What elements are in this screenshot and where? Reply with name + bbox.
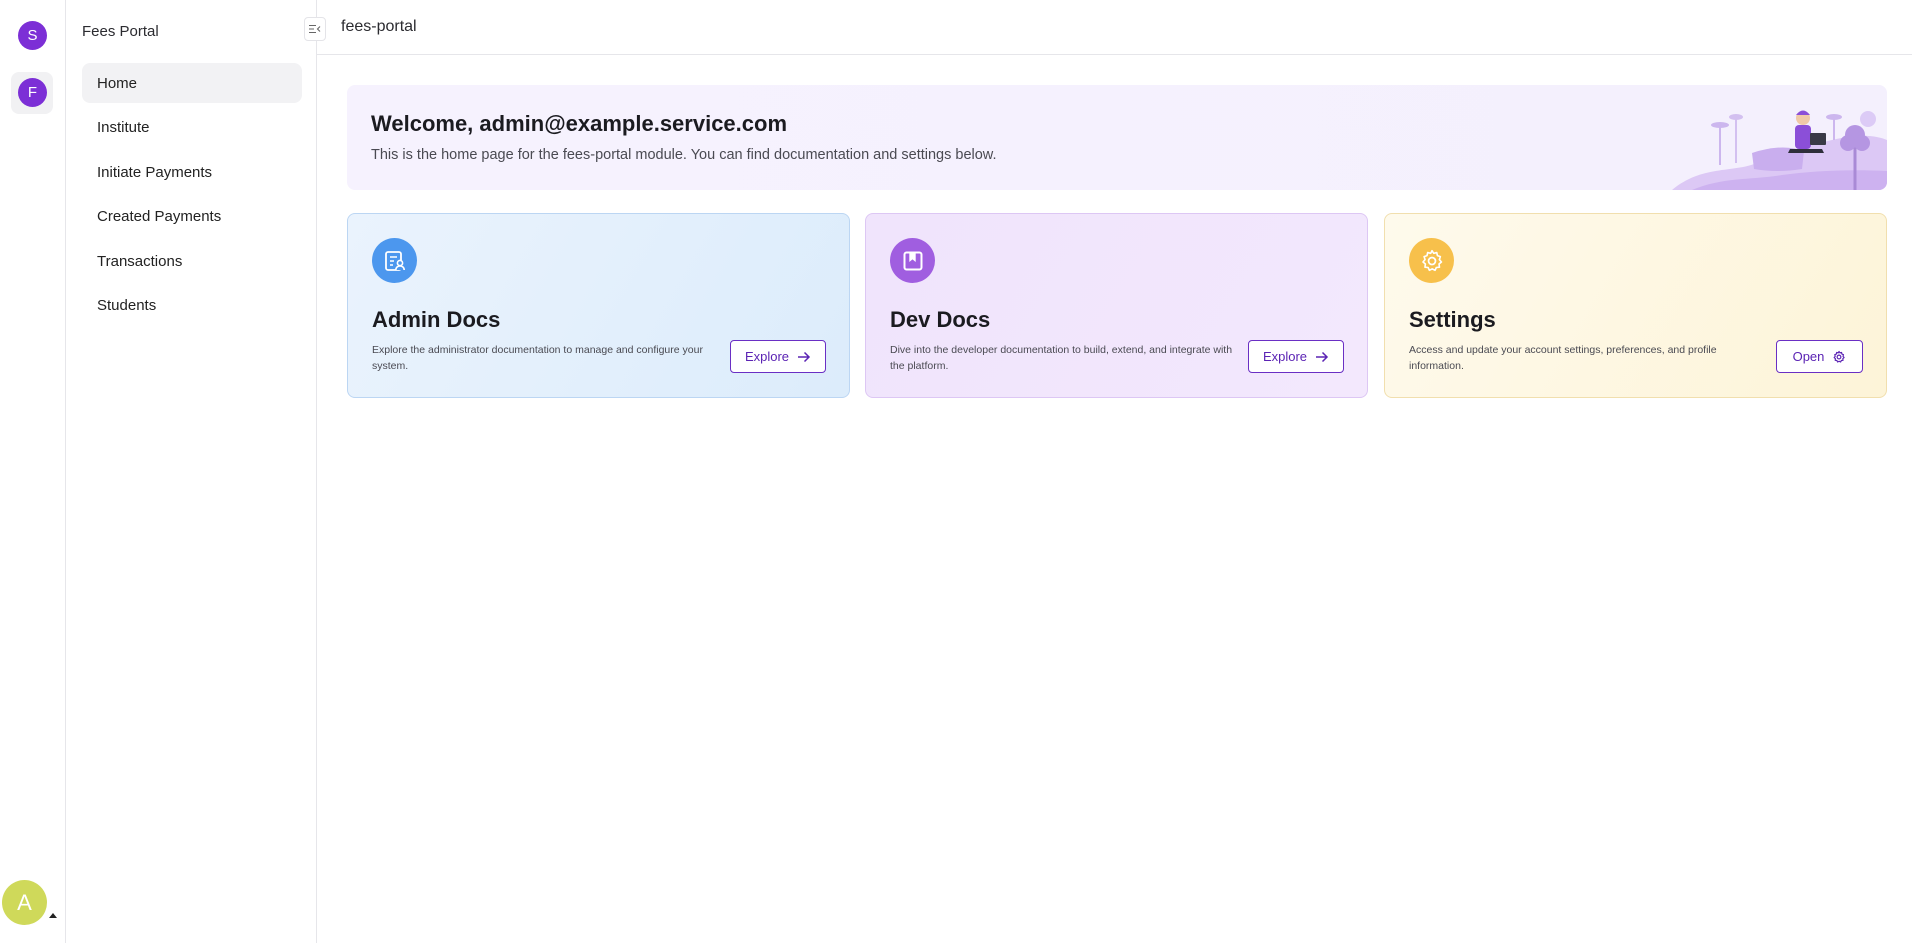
dev-docs-explore-button[interactable]: Explore bbox=[1248, 340, 1344, 373]
card-description: Access and update your account settings,… bbox=[1409, 344, 1717, 372]
dev-docs-icon bbox=[890, 238, 935, 283]
workspace-avatar-f-selected[interactable]: F bbox=[11, 72, 53, 114]
card-description: Dive into the developer documentation to… bbox=[890, 344, 1233, 372]
admin-docs-icon bbox=[372, 238, 417, 283]
welcome-subtitle: This is the home page for the fees-porta… bbox=[371, 147, 997, 163]
workspace-avatar-f[interactable]: F bbox=[18, 78, 47, 107]
workspace-avatar-s[interactable]: S bbox=[18, 21, 47, 50]
arrow-right-icon bbox=[798, 351, 811, 362]
sidebar-item-label: Home bbox=[97, 74, 138, 92]
card-title: Admin Docs bbox=[372, 307, 501, 332]
sidebar-item-institute[interactable]: Institute bbox=[82, 108, 302, 148]
welcome-title: Welcome, admin@example.service.com bbox=[371, 111, 788, 136]
gear-small-icon bbox=[1833, 350, 1846, 363]
card-title: Settings bbox=[1409, 307, 1496, 332]
settings-open-button[interactable]: Open bbox=[1776, 340, 1863, 373]
sidebar-item-students[interactable]: Students bbox=[82, 286, 302, 326]
button-label: Explore bbox=[744, 349, 790, 364]
sidebar: Fees Portal Home Institute Initiate Paym… bbox=[66, 0, 326, 943]
admin-docs-explore-button[interactable]: Explore bbox=[730, 340, 826, 373]
workspace-rail: S F A bbox=[0, 0, 66, 943]
sidebar-item-label: Created Payments bbox=[97, 208, 222, 225]
sidebar-item-label: Transactions bbox=[97, 252, 183, 270]
settings-card: Settings Access and update your account … bbox=[1384, 213, 1887, 398]
sidebar-nav: Home Institute Initiate Payments Created… bbox=[82, 63, 302, 330]
sidebar-item-initiate-payments[interactable]: Initiate Payments bbox=[82, 152, 302, 192]
user-avatar[interactable]: A bbox=[2, 880, 47, 925]
dev-docs-card: Dev Docs Dive into the developer documen… bbox=[865, 213, 1368, 398]
sidebar-item-label: Institute bbox=[97, 119, 150, 136]
card-description: Explore the administrator documentation … bbox=[372, 344, 703, 372]
sidebar-item-transactions[interactable]: Transactions bbox=[82, 241, 302, 281]
button-label: Explore bbox=[1262, 349, 1308, 364]
caret-up-icon[interactable] bbox=[49, 913, 57, 918]
button-label: Open bbox=[1792, 349, 1825, 364]
sidebar-title: Fees Portal bbox=[82, 23, 159, 40]
welcome-illustration bbox=[1672, 110, 1887, 190]
page-title: fees-portal bbox=[341, 18, 417, 35]
admin-docs-card: Admin Docs Explore the administrator doc… bbox=[347, 213, 850, 398]
arrow-right-icon bbox=[1316, 351, 1329, 362]
sidebar-item-label: Students bbox=[97, 297, 157, 314]
sidebar-item-label: Initiate Payments bbox=[97, 163, 213, 181]
sidebar-item-created-payments[interactable]: Created Payments bbox=[82, 197, 302, 237]
gear-icon bbox=[1409, 238, 1454, 283]
card-title: Dev Docs bbox=[890, 307, 991, 332]
welcome-banner: Welcome, admin@example.service.com This … bbox=[347, 85, 1887, 190]
top-bar: fees-portal bbox=[317, 0, 1912, 55]
sidebar-item-home[interactable]: Home bbox=[82, 63, 302, 103]
